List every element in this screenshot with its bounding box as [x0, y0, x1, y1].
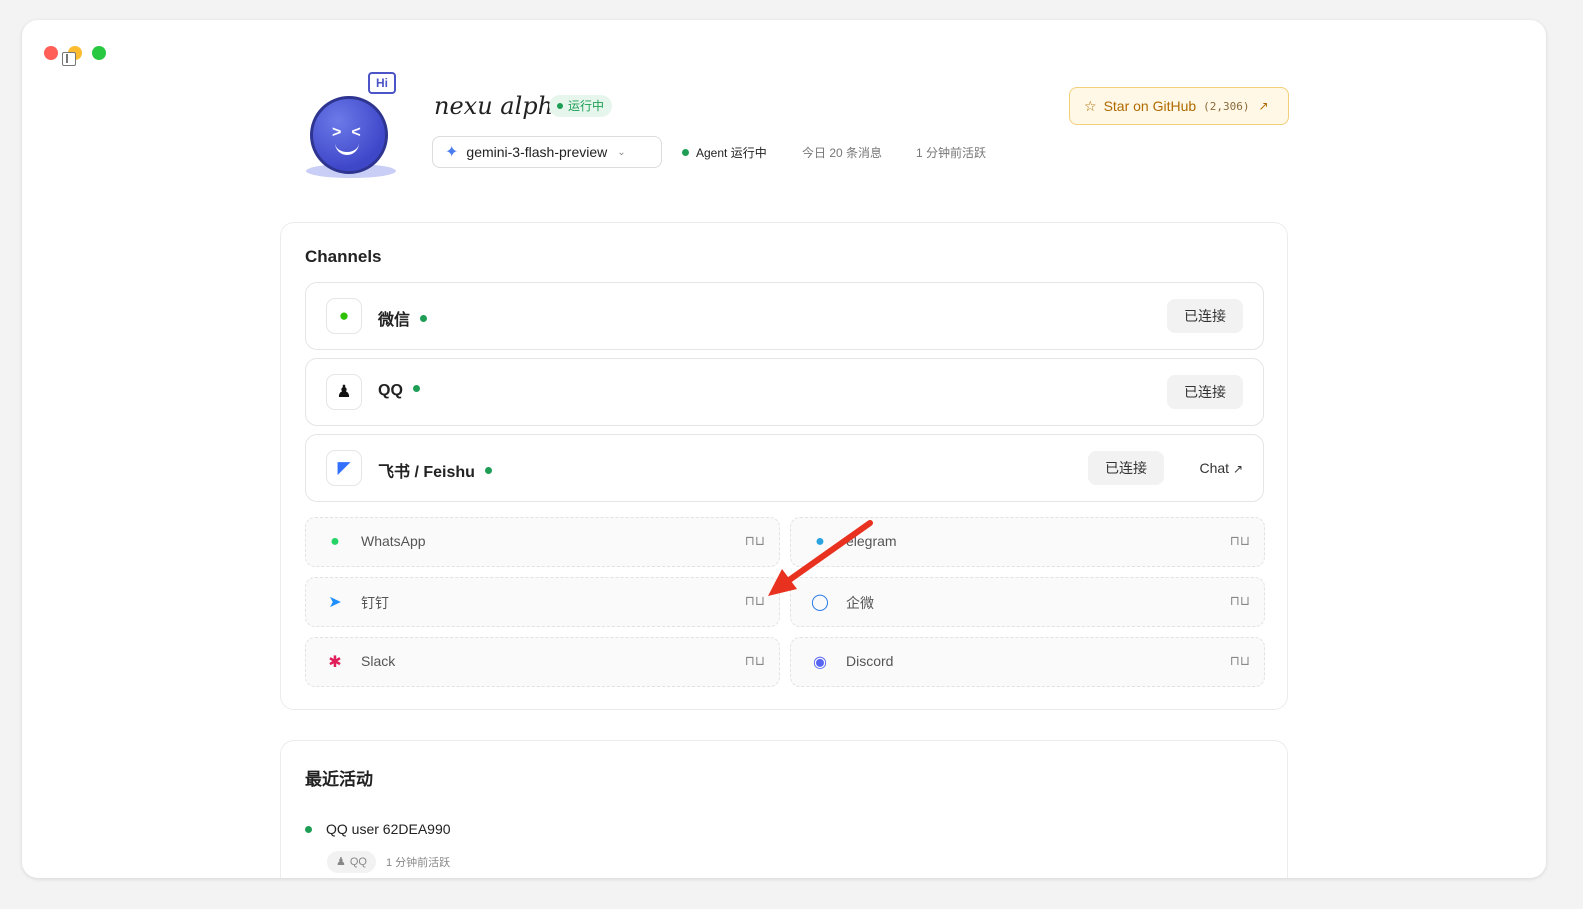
app-window: >< Hi nexu alpha 运行中 ✦ gemini-3-flash-pr…	[22, 20, 1546, 878]
connected-dot	[420, 315, 428, 323]
discord-icon: ◉	[813, 654, 827, 671]
channel-name: QQ	[378, 382, 420, 400]
external-link-icon: ↗	[1258, 99, 1269, 113]
agent-status-label: Agent 运行中	[696, 146, 767, 160]
gemini-sparkle-icon: ✦	[445, 144, 459, 161]
channel-name: Discord	[846, 653, 894, 669]
connected-dot	[412, 385, 420, 393]
dingtalk-icon: ➤	[328, 594, 342, 611]
channel-tile-slack[interactable]: ✱ Slack ⊓⊔	[305, 637, 780, 687]
channel-name: 企微	[846, 595, 874, 611]
connected-status-button[interactable]: 已连接	[1088, 451, 1164, 485]
recent-activity-card: 最近活动 QQ user 62DEA990 ♟ QQ 1 分钟前活跃	[280, 740, 1288, 878]
plug-icon[interactable]: ⊓⊔	[1230, 653, 1250, 669]
channel-row-feishu[interactable]: ◤ 飞书 / Feishu 已连接 Chat ↗	[305, 434, 1264, 502]
channel-tile-wecom[interactable]: ◯ 企微 ⊓⊔	[790, 577, 1265, 627]
qq-icon: ♟	[326, 374, 362, 410]
connected-status-button[interactable]: 已连接	[1167, 299, 1243, 333]
window-controls	[44, 46, 116, 60]
activity-time: 1 分钟前活跃	[386, 857, 451, 869]
channel-name: 钉钉	[361, 595, 389, 611]
close-window-button[interactable]	[44, 46, 58, 60]
whatsapp-icon: ●	[330, 533, 340, 550]
activity-title: 最近活动	[305, 770, 373, 789]
channels-card: Channels ● 微信 已连接 ♟ QQ 已连接 ◤ 飞书 / Feishu…	[280, 222, 1288, 710]
last-active: 1 分钟前活跃	[916, 146, 987, 160]
model-select[interactable]: ✦ gemini-3-flash-preview ⌄	[432, 136, 662, 168]
channel-row-wechat[interactable]: ● 微信 已连接	[305, 282, 1264, 350]
maximize-window-button[interactable]	[92, 46, 106, 60]
agent-avatar: >< Hi	[302, 72, 402, 182]
qq-icon: ♟	[336, 856, 346, 868]
channel-name: WhatsApp	[361, 533, 426, 549]
model-label: gemini-3-flash-preview	[466, 144, 608, 160]
activity-user: QQ user 62DEA990	[326, 821, 451, 837]
channel-name: 飞书 / Feishu	[378, 458, 492, 482]
avatar-eyes: ><	[332, 124, 371, 141]
channel-name: Slack	[361, 653, 396, 669]
wechat-icon: ●	[326, 298, 362, 334]
channel-name: 微信	[378, 306, 428, 330]
wecom-icon: ◯	[811, 594, 829, 611]
channel-row-qq[interactable]: ♟ QQ 已连接	[305, 358, 1264, 426]
activity-item[interactable]: QQ user 62DEA990	[305, 821, 451, 837]
plug-icon[interactable]: ⊓⊔	[745, 593, 765, 609]
channel-tile-discord[interactable]: ◉ Discord ⊓⊔	[790, 637, 1265, 687]
connected-dot	[484, 467, 492, 475]
channel-name: elegram	[846, 533, 897, 549]
connected-status-button[interactable]: 已连接	[1167, 375, 1243, 409]
agent-name: nexu alpha	[434, 92, 568, 120]
telegram-icon: ●	[815, 533, 825, 550]
github-star-count: (2,306)	[1203, 99, 1250, 113]
channel-tile-dingtalk[interactable]: ➤ 钉钉 ⊓⊔	[305, 577, 780, 627]
feishu-icon: ◤	[326, 450, 362, 486]
agent-status: Agent 运行中	[682, 144, 767, 161]
run-status-badge: 运行中	[549, 95, 613, 117]
channel-tile-telegram[interactable]: ● elegram ⊓⊔	[790, 517, 1265, 567]
chevron-down-icon: ⌄	[617, 146, 626, 158]
plug-icon[interactable]: ⊓⊔	[745, 653, 765, 669]
messages-today: 今日 20 条消息	[802, 146, 883, 160]
status-dot	[557, 103, 563, 109]
run-status-label: 运行中	[568, 99, 605, 113]
plug-icon[interactable]: ⊓⊔	[1230, 593, 1250, 609]
sidebar-toggle-icon[interactable]	[62, 52, 76, 66]
chat-link[interactable]: Chat ↗	[1199, 451, 1243, 485]
github-label: Star on GitHub	[1103, 98, 1197, 114]
channel-tile-whatsapp[interactable]: ● WhatsApp ⊓⊔	[305, 517, 780, 567]
external-link-icon: ↗	[1232, 462, 1243, 476]
channels-title: Channels	[305, 247, 382, 266]
star-icon: ☆	[1084, 97, 1097, 114]
avatar-speech-bubble: Hi	[368, 72, 396, 94]
status-dot	[682, 149, 689, 156]
status-dot	[305, 825, 312, 833]
channel-tag: ♟ QQ	[327, 851, 376, 873]
plug-icon[interactable]: ⊓⊔	[745, 533, 765, 549]
plug-icon[interactable]: ⊓⊔	[1230, 533, 1250, 549]
slack-icon: ✱	[328, 654, 342, 671]
activity-meta: ♟ QQ 1 分钟前活跃	[327, 851, 450, 873]
star-on-github-button[interactable]: ☆ Star on GitHub (2,306) ↗	[1069, 87, 1289, 125]
